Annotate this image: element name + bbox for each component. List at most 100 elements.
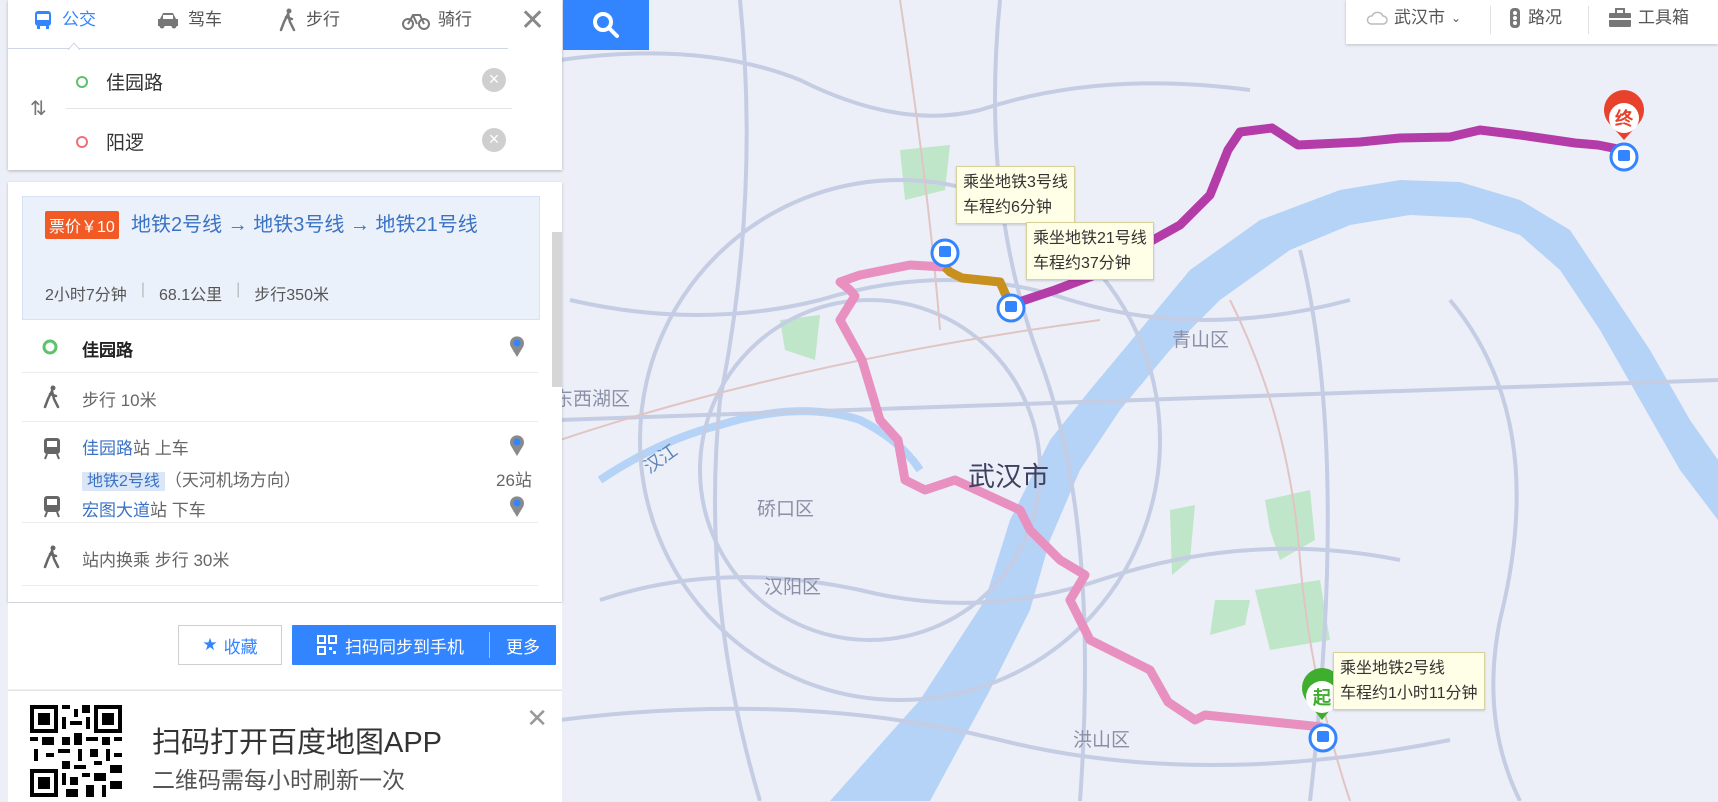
svg-text:终: 终 (1615, 108, 1634, 129)
route-lines: 地铁2号线 → 地铁3号线 → 地铁21号线 (131, 214, 478, 236)
toolbar-divider (1490, 6, 1491, 34)
meta-divider: | (140, 281, 145, 298)
tab-drive-label: 驾车 (188, 10, 222, 29)
toolbox-button[interactable]: 工具箱 (1608, 0, 1689, 36)
walk-icon (278, 8, 298, 32)
scrollbar[interactable] (552, 232, 562, 387)
alight-suffix: 站 下车 (150, 501, 206, 520)
active-tab-indicator (68, 42, 80, 50)
route-plan-card[interactable]: 票价￥10 地铁2号线 → 地铁3号线 → 地铁21号线 2小时7分钟 | 68… (22, 196, 540, 320)
origin-value: 佳园路 (106, 73, 164, 94)
destination-field[interactable]: 阳逻 × (66, 116, 512, 168)
tooltip-duration: 车程约1小时11分钟 (1340, 685, 1478, 702)
map-toolbar: 武汉市 ⌄ 路况 工具箱 (1346, 0, 1718, 44)
more-button[interactable]: 更多 (490, 633, 556, 658)
toolbox-icon (1609, 8, 1631, 27)
destination-dot-icon (76, 136, 88, 148)
traffic-button[interactable]: 路况 (1508, 0, 1562, 36)
tab-bus-label: 公交 (62, 10, 96, 29)
location-pin-icon[interactable] (508, 434, 526, 458)
route-meta: 2小时7分钟 | 68.1公里 | 步行350米 (45, 281, 329, 305)
close-icon[interactable]: ✕ (520, 6, 545, 36)
city-switcher[interactable]: 武汉市 ⌄ (1366, 0, 1461, 36)
line-tag[interactable]: 地铁2号线 (82, 472, 165, 491)
clear-origin-icon[interactable]: × (482, 68, 506, 92)
segment-tooltip-line3: 乘坐地铁3号线 车程约6分钟 (956, 166, 1075, 224)
scan-sync-label: 扫码同步到手机 (345, 637, 464, 657)
district-label-qingshan: 青山区 (1172, 330, 1230, 351)
traffic-label: 路况 (1528, 8, 1562, 27)
route-actions: ★ 收藏 扫码同步到手机 更多 (8, 603, 562, 689)
segment-tooltip-line21: 乘坐地铁21号线 车程约37分钟 (1026, 222, 1154, 280)
city-label: 武汉市 (968, 462, 1049, 492)
toolbox-label: 工具箱 (1638, 8, 1689, 27)
route-detail-panel: 票价￥10 地铁2号线 → 地铁3号线 → 地铁21号线 2小时7分钟 | 68… (8, 182, 562, 602)
step-walk[interactable]: 步行 10米 (22, 373, 538, 422)
car-icon (156, 9, 180, 31)
app-qr-promo: 扫码打开百度地图APP 二维码需每小时刷新一次 ✕ (8, 690, 562, 802)
tab-drive[interactable]: 驾车 (156, 0, 222, 40)
tooltip-line: 乘坐地铁21号线 (1033, 230, 1147, 247)
district-label-qiaokou: 硚口区 (757, 499, 815, 520)
scan-sync-button-group: 扫码同步到手机 更多 (292, 625, 556, 665)
qr-code-image (30, 705, 122, 797)
tooltip-duration: 车程约6分钟 (963, 199, 1052, 216)
swap-icon[interactable]: ⇅ (30, 96, 47, 121)
walk-icon (43, 545, 60, 569)
toolbar-divider (1588, 6, 1589, 34)
search-icon (593, 12, 619, 38)
clear-destination-icon[interactable]: × (482, 128, 506, 152)
segment-tooltip-line2: 乘坐地铁2号线 车程约1小时11分钟 (1333, 652, 1485, 710)
cloud-icon (1366, 11, 1388, 25)
route-distance: 68.1公里 (158, 287, 223, 304)
tooltip-duration: 车程约37分钟 (1033, 255, 1131, 272)
step-start[interactable]: 佳园路 (22, 322, 538, 373)
route-search-panel: 公交 驾车 步行 骑行 ✕ 佳园路 × 阳逻 × ⇅ (8, 0, 562, 170)
search-button[interactable] (563, 0, 649, 50)
chevron-down-icon: ⌄ (1451, 11, 1462, 25)
metro-icon (44, 438, 60, 460)
step-walk-text: 步行 10米 (82, 391, 157, 410)
district-label-hanyang: 汉阳区 (764, 577, 822, 598)
tab-bus[interactable]: 公交 (32, 0, 96, 40)
tab-walk[interactable]: 步行 (278, 0, 340, 40)
meta-divider: | (236, 281, 241, 298)
close-icon[interactable]: ✕ (526, 703, 548, 734)
star-icon: ★ (202, 635, 218, 654)
route-duration: 2小时7分钟 (45, 287, 127, 304)
traffic-light-icon (1510, 8, 1520, 28)
tab-bike-label: 骑行 (438, 10, 472, 29)
collect-button[interactable]: ★ 收藏 (178, 625, 282, 665)
location-pin-icon[interactable] (508, 335, 526, 359)
alight-info: 宏图大道站 下车 (82, 496, 206, 521)
tooltip-line: 乘坐地铁2号线 (1340, 660, 1445, 677)
qr-code-icon (317, 635, 337, 655)
destination-value: 阳逻 (106, 133, 145, 154)
board-suffix: 站 上车 (133, 439, 189, 458)
collect-label: 收藏 (223, 637, 258, 657)
district-label-dongxihu: 东西湖区 (554, 389, 631, 410)
step-metro-line-2[interactable]: 佳园路站 上车 地铁2号线 （天河机场方向） 26站 宏图大道站 下车 (22, 422, 538, 523)
location-pin-icon[interactable] (508, 495, 526, 519)
walk-icon (43, 385, 60, 409)
svg-text:起: 起 (1312, 687, 1332, 708)
board-station-link[interactable]: 佳园路 (82, 439, 133, 458)
stop-count: 26站 (496, 471, 532, 490)
tab-bike[interactable]: 骑行 (402, 0, 472, 40)
route-walk-distance: 步行350米 (254, 287, 329, 304)
line-direction: （天河机场方向） (164, 471, 301, 490)
scan-sync-button[interactable]: 扫码同步到手机 (292, 632, 490, 658)
district-label-hongshan: 洪山区 (1073, 730, 1131, 751)
alight-station-link[interactable]: 宏图大道 (82, 501, 150, 520)
qr-promo-title: 扫码打开百度地图APP (152, 727, 443, 759)
origin-field[interactable]: 佳园路 × (66, 56, 512, 109)
line-info: 地铁2号线 （天河机场方向） (82, 466, 301, 491)
city-name: 武汉市 (1394, 8, 1445, 27)
board-info: 佳园路站 上车 (82, 434, 189, 459)
metro-icon (44, 496, 60, 518)
travel-mode-tabs: 公交 驾车 步行 骑行 (8, 0, 508, 50)
step-transfer-text: 站内换乘 步行 30米 (82, 551, 230, 570)
step-transfer[interactable]: 站内换乘 步行 30米 (22, 533, 538, 586)
tab-walk-label: 步行 (306, 10, 340, 29)
tooltip-line: 乘坐地铁3号线 (963, 174, 1068, 191)
